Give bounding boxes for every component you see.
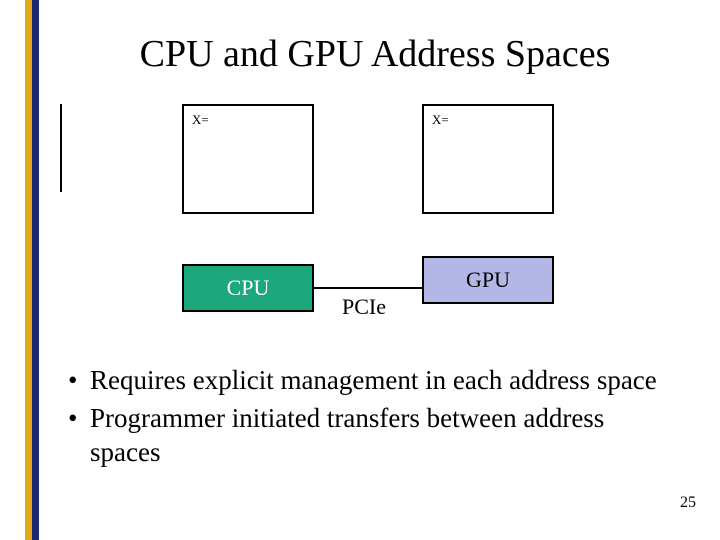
bullet-list: Requires explicit management in each add… — [68, 364, 660, 473]
cpu-box-label: CPU — [227, 275, 270, 301]
page-number: 25 — [680, 494, 696, 512]
cpu-memory-box: X= — [182, 104, 314, 214]
bullet-text: Programmer initiated transfers between a… — [90, 403, 604, 467]
page-title: CPU and GPU Address Spaces — [60, 32, 690, 76]
accent-stripe-navy — [32, 0, 39, 540]
gpu-box-label: GPU — [466, 267, 510, 293]
slide: CPU and GPU Address Spaces X= X= CPU GPU… — [0, 0, 720, 540]
pcie-link-line — [314, 287, 422, 289]
accent-stripe-gold — [25, 0, 32, 540]
list-item: Programmer initiated transfers between a… — [68, 402, 660, 470]
cpu-memory-link — [60, 104, 62, 152]
pcie-label: PCIe — [342, 294, 386, 320]
list-item: Requires explicit management in each add… — [68, 364, 660, 398]
bullet-text: Requires explicit management in each add… — [90, 365, 657, 395]
side-accent-bar — [25, 0, 39, 540]
cpu-memory-label: X= — [192, 112, 209, 127]
address-space-diagram: X= X= CPU GPU PCIe — [60, 104, 680, 334]
gpu-box: GPU — [422, 256, 554, 304]
gpu-memory-label: X= — [432, 112, 449, 127]
gpu-memory-box: X= — [422, 104, 554, 214]
gpu-memory-link — [60, 152, 62, 192]
cpu-box: CPU — [182, 264, 314, 312]
